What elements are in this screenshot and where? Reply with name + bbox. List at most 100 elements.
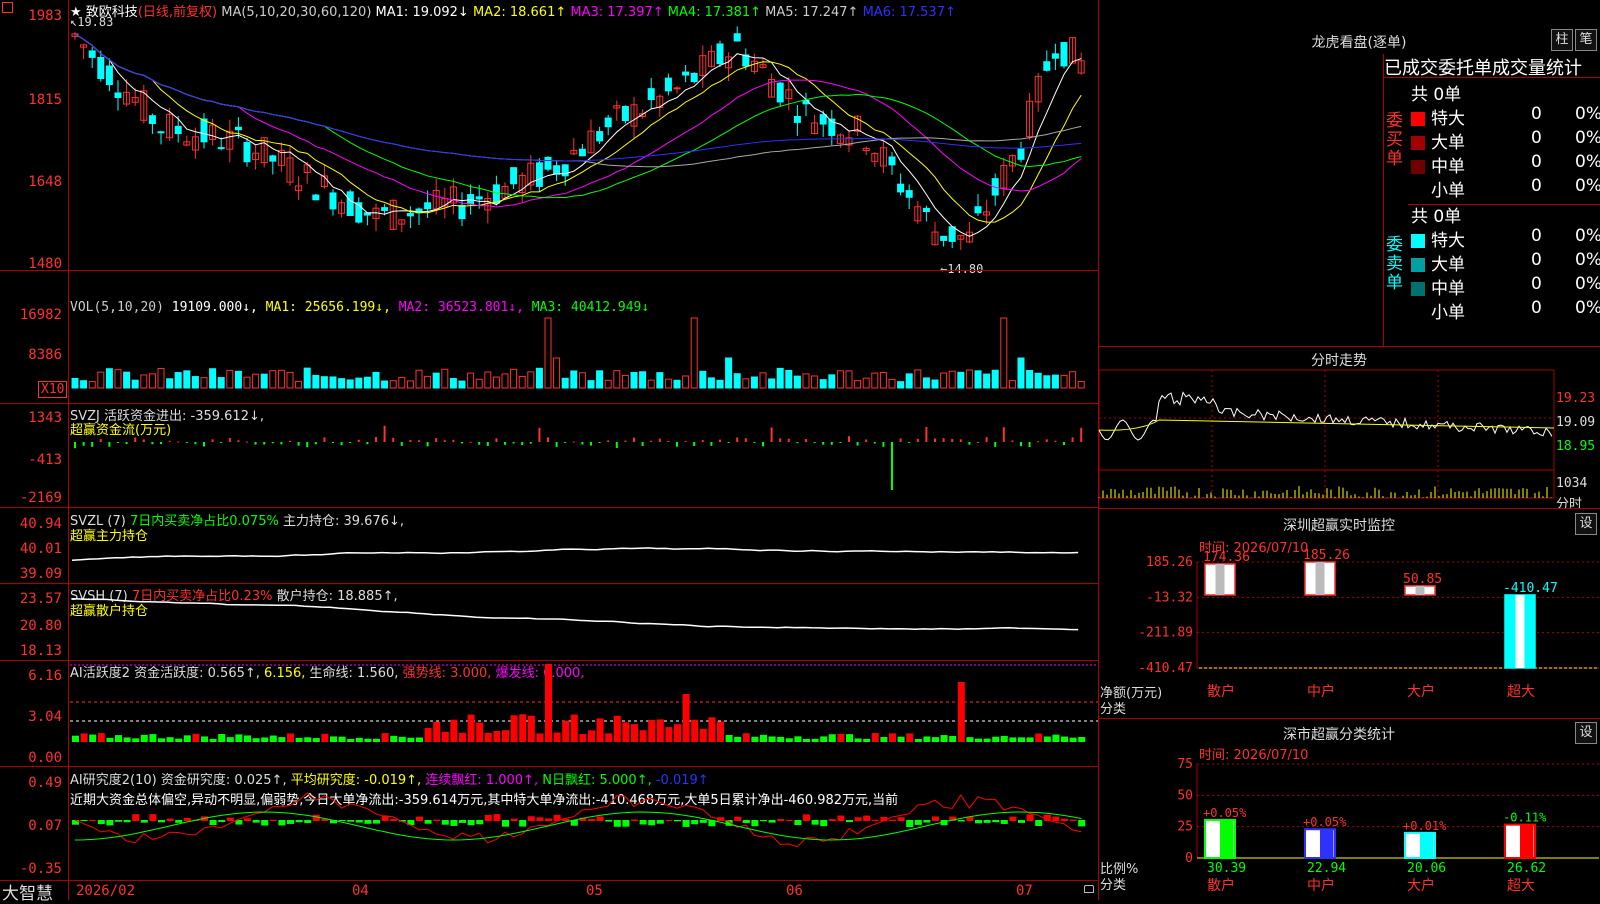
- tick-mode-button[interactable]: 笔: [1575, 29, 1597, 51]
- research-bar: [278, 820, 286, 826]
- flow-bar: [1080, 427, 1083, 442]
- volume-bar: [561, 377, 569, 389]
- flow-bar: [332, 442, 334, 443]
- net-amount-bar-chart[interactable]: 185.26 -13.32 -211.89 -410.47 174.36 散户 185.26…: [1099, 540, 1599, 720]
- volume-stat-row: 特大 0 0%: [1411, 104, 1600, 129]
- activity-bar: [656, 719, 664, 742]
- research-bar: [166, 818, 174, 821]
- research-bar: [132, 814, 140, 821]
- row-label: 特大: [1431, 231, 1465, 251]
- research-bar: [467, 820, 475, 826]
- research-bar: [269, 819, 277, 821]
- candle: [905, 190, 913, 198]
- flow-bar: [280, 442, 283, 445]
- flow-bar: [1071, 437, 1074, 442]
- flow-bar: [916, 438, 919, 442]
- fenshi-y-tick: 18.95: [1556, 439, 1596, 454]
- volume-chart[interactable]: [0, 272, 1098, 400]
- classify-settings-button[interactable]: 设: [1575, 722, 1597, 744]
- volume-bar: [948, 370, 956, 389]
- volume-bar: [854, 380, 862, 389]
- activity-bar: [424, 728, 432, 742]
- row-percent: 0%: [1575, 298, 1600, 318]
- volume-bar: [604, 379, 612, 389]
- flow-bar: [822, 442, 825, 445]
- flow-bar: [693, 442, 696, 446]
- bar-value-label: 50.85: [1403, 572, 1442, 587]
- svzl-chart[interactable]: [0, 508, 1098, 584]
- bar-highlight: [1215, 563, 1225, 595]
- research-bar: [751, 820, 759, 827]
- activity-bar: [390, 735, 398, 742]
- candle: [922, 207, 930, 213]
- flow-bar: [994, 442, 997, 447]
- volume-bar: [389, 380, 397, 389]
- activity-bar: [201, 736, 208, 742]
- intraday-chart[interactable]: [1098, 369, 1555, 510]
- flow-bar: [744, 438, 747, 442]
- row-percent: 0%: [1575, 226, 1600, 246]
- research-bar: [149, 814, 157, 821]
- volume-bar: [965, 369, 973, 389]
- volume-bar: [243, 376, 251, 389]
- candle: [888, 156, 896, 166]
- bar-highlight: [1515, 594, 1525, 668]
- research-bar: [854, 817, 862, 821]
- flow-bar: [547, 437, 549, 442]
- lock-icon[interactable]: [1084, 885, 1094, 893]
- volume-bar: [166, 378, 174, 389]
- volume-bar: [1026, 369, 1034, 389]
- candle: [1051, 53, 1059, 59]
- research-bar: [665, 819, 673, 821]
- bar-mode-button[interactable]: 柱: [1551, 29, 1573, 51]
- ai1-chart[interactable]: [0, 662, 1098, 768]
- activity-bar: [115, 735, 122, 742]
- volume-bar: [957, 371, 965, 389]
- candle: [329, 192, 337, 210]
- category-label: 中户: [1307, 877, 1335, 894]
- flow-bar: [555, 442, 558, 447]
- row-label: 中单: [1431, 157, 1465, 177]
- volume-bar: [510, 368, 518, 389]
- row-label: 大单: [1431, 255, 1465, 275]
- y-tick-label: 185.26: [1146, 555, 1193, 570]
- activity-bar: [1043, 736, 1051, 742]
- candle: [733, 33, 741, 42]
- candlestick-chart[interactable]: [0, 0, 1098, 272]
- ai2-chart[interactable]: [0, 770, 1098, 882]
- bar-delta-label: +0.01%: [1403, 819, 1447, 833]
- category-label: 超大: [1507, 684, 1535, 700]
- activity-bar: [226, 737, 234, 742]
- flow-bar: [246, 441, 248, 443]
- research-bar: [484, 814, 492, 821]
- color-swatch: [1411, 258, 1425, 272]
- flow-bar: [787, 438, 790, 442]
- candle: [578, 148, 586, 157]
- candle: [690, 72, 698, 83]
- activity-bar: [1069, 737, 1077, 742]
- flow-bar: [538, 427, 541, 442]
- svsh-chart[interactable]: [0, 584, 1098, 662]
- activity-bar: [932, 737, 939, 742]
- volume-bar: [725, 357, 733, 389]
- ma-line: [74, 33, 1082, 223]
- category-label: 超大: [1507, 878, 1535, 894]
- research-bar: [932, 816, 939, 821]
- flow-bar: [658, 438, 661, 442]
- kline-chart-area[interactable]: ★ 致欧科技(日线,前复权) MA(5,10,20,30,60,120) MA1…: [0, 0, 1098, 904]
- ma-line: [74, 33, 1082, 237]
- research-bar: [527, 816, 535, 821]
- research-bar: [545, 818, 552, 821]
- candle: [174, 125, 182, 135]
- volume-bar: [140, 374, 148, 389]
- ratio-bar-chart[interactable]: 75 50 25 0 +0.05% 30.39散户 +0.05% 22.94中户 +0.01% 2…: [1099, 750, 1599, 900]
- research-bar: [450, 820, 458, 826]
- svzj-chart[interactable]: [0, 400, 1098, 508]
- monitor-settings-button[interactable]: 设: [1575, 513, 1597, 535]
- volume-bar: [811, 375, 819, 389]
- activity-bar: [588, 730, 595, 742]
- activity-bar: [794, 736, 802, 742]
- volume-bar: [940, 372, 948, 389]
- flow-bar: [641, 442, 644, 447]
- research-bar: [785, 819, 793, 821]
